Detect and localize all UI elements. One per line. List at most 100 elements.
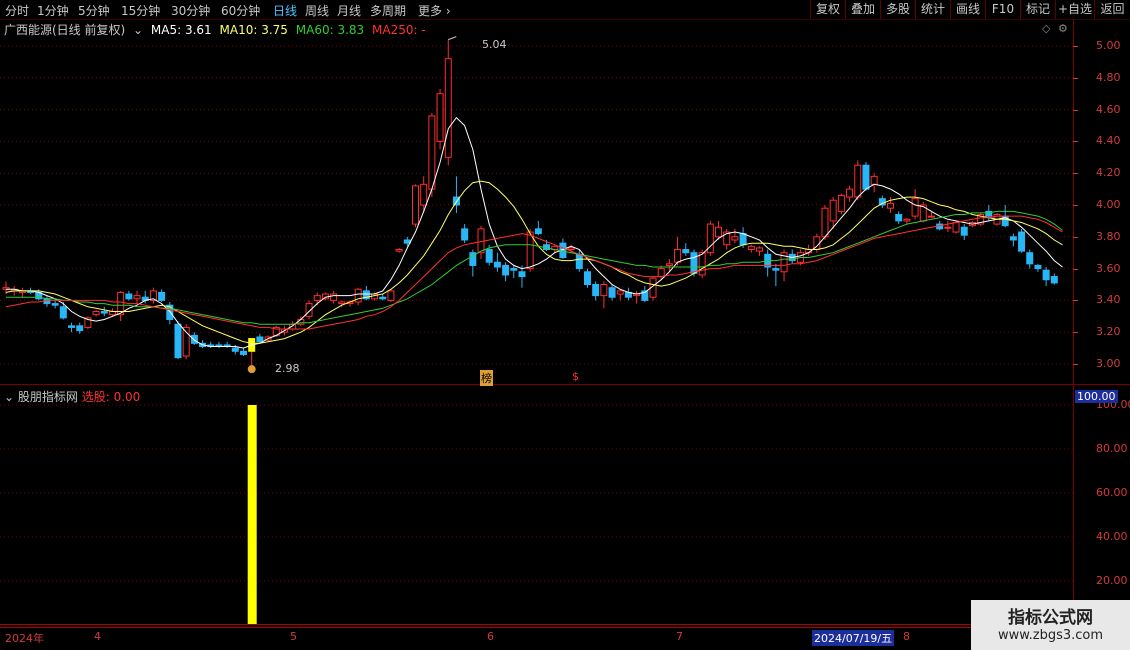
- candle-body: [420, 183, 428, 206]
- draw-line-button[interactable]: 画线: [950, 0, 985, 19]
- multi-stock-button[interactable]: 多股: [880, 0, 915, 19]
- candle-body: [657, 268, 665, 278]
- ranking-marker[interactable]: 榜: [480, 370, 493, 386]
- price-tick-label: 3.00: [1096, 357, 1121, 370]
- candle-body: [158, 291, 166, 301]
- add-watchlist-button[interactable]: +自选: [1055, 0, 1094, 19]
- price-tick-label: 3.60: [1096, 261, 1121, 275]
- candle-body: [616, 290, 624, 295]
- candle-body: [854, 164, 862, 198]
- coin-icon: [247, 365, 256, 374]
- candle-body: [1042, 269, 1050, 281]
- period-tab-60min[interactable]: 60分钟: [221, 2, 260, 19]
- candle-body: [108, 311, 116, 316]
- overlay-button[interactable]: 叠加: [845, 0, 880, 19]
- restore-rights-button[interactable]: 复权: [810, 0, 845, 19]
- x-axis-border-2: [0, 627, 1130, 628]
- x-label-may: 5: [290, 630, 297, 643]
- back-button[interactable]: 返回: [1094, 0, 1130, 19]
- price-tick-label: 4.40: [1096, 134, 1121, 148]
- candle-body: [68, 325, 76, 328]
- candle-body: [952, 221, 960, 233]
- indicator-tick-label: 40.00: [1096, 530, 1128, 543]
- candle-body: [829, 199, 837, 222]
- price-tick-label: 3.80: [1096, 229, 1121, 243]
- period-tab-multi[interactable]: 多周期: [370, 2, 406, 19]
- current-value-badge: 100.00: [1075, 390, 1118, 403]
- price-tick: [1073, 205, 1078, 206]
- candle-body: [960, 226, 968, 236]
- watermark-url: www.zbgs3.com: [997, 628, 1104, 643]
- candle-body: [690, 252, 698, 274]
- candle-body: [911, 198, 919, 217]
- candle-body: [715, 226, 723, 238]
- candle-body: [674, 249, 682, 263]
- candle-body: [59, 306, 67, 319]
- period-tab-monthly[interactable]: 月线: [337, 2, 361, 19]
- candle-body: [755, 247, 763, 252]
- candle-body: [313, 295, 321, 301]
- candle-body: [100, 311, 108, 314]
- candle-body: [412, 185, 419, 225]
- period-tab-15min[interactable]: 15分钟: [121, 2, 160, 19]
- candle-body: [510, 268, 518, 271]
- ma60-line: [6, 210, 1063, 325]
- mark-button[interactable]: 标记: [1020, 0, 1055, 19]
- price-tick-label: 4.60: [1096, 102, 1121, 116]
- candle-body: [682, 249, 690, 254]
- high-label: 5.04: [482, 38, 507, 51]
- candle-body: [1050, 276, 1058, 284]
- x-axis-border: [0, 624, 1130, 625]
- candle-body: [1026, 252, 1034, 265]
- candle-body: [428, 115, 436, 190]
- f10-button[interactable]: F10: [985, 0, 1020, 19]
- candle-body: [133, 295, 141, 300]
- candle-body: [76, 325, 84, 332]
- price-tick: [1073, 173, 1078, 175]
- x-label-year: 2024年: [5, 632, 44, 645]
- candle-body: [1009, 236, 1017, 241]
- statistics-button[interactable]: 统计: [915, 0, 950, 19]
- dollar-marker[interactable]: $: [572, 370, 579, 383]
- period-tab-1min[interactable]: 1分钟: [37, 2, 69, 19]
- candle-body: [256, 336, 264, 343]
- candle-body: [583, 271, 591, 285]
- period-tab-5min[interactable]: 5分钟: [78, 2, 110, 19]
- price-tick: [1073, 300, 1078, 302]
- candle-body: [493, 261, 501, 268]
- candle-body: [600, 284, 608, 297]
- period-tab-minute[interactable]: 分时: [5, 2, 29, 19]
- candle-body: [567, 247, 575, 251]
- kline-chart[interactable]: [0, 19, 1073, 384]
- period-tab-30min[interactable]: 30分钟: [171, 2, 210, 19]
- price-tick: [1073, 236, 1078, 238]
- top-toolbar: 分时 1分钟 5分钟 15分钟 30分钟 60分钟 日线 周线 月线 多周期 更…: [0, 0, 1130, 20]
- candle-body: [862, 164, 870, 190]
- period-tab-more[interactable]: 更多 ›: [418, 2, 451, 19]
- period-tab-weekly[interactable]: 周线: [305, 2, 329, 19]
- candle-body: [772, 268, 780, 271]
- candle-body: [174, 323, 182, 359]
- more-label: 更多: [418, 4, 443, 18]
- indicator-tick-label: 80.00: [1096, 442, 1128, 455]
- candle-body: [444, 58, 452, 158]
- candle-body: [903, 218, 911, 222]
- candle-body: [125, 293, 133, 300]
- indicator-chart[interactable]: [0, 386, 1073, 624]
- candle-body: [387, 290, 395, 301]
- candle-body: [379, 296, 387, 300]
- candle-body: [240, 350, 248, 355]
- indicator-tick-label: 60.00: [1096, 486, 1128, 499]
- candle-body: [330, 293, 338, 301]
- x-label-jun: 6: [487, 630, 494, 643]
- signal-bar: [247, 405, 257, 624]
- candle-body: [1034, 264, 1042, 270]
- candle-body: [731, 236, 739, 241]
- watermark: 指标公式网 www.zbgs3.com: [971, 600, 1130, 650]
- cursor-date-label: 2024/07/19/五: [812, 630, 895, 646]
- period-tab-daily[interactable]: 日线: [273, 2, 297, 19]
- candle-body: [870, 175, 878, 185]
- watermark-title: 指标公式网: [1008, 608, 1093, 628]
- price-tick: [1073, 364, 1078, 365]
- candle-body: [485, 249, 493, 263]
